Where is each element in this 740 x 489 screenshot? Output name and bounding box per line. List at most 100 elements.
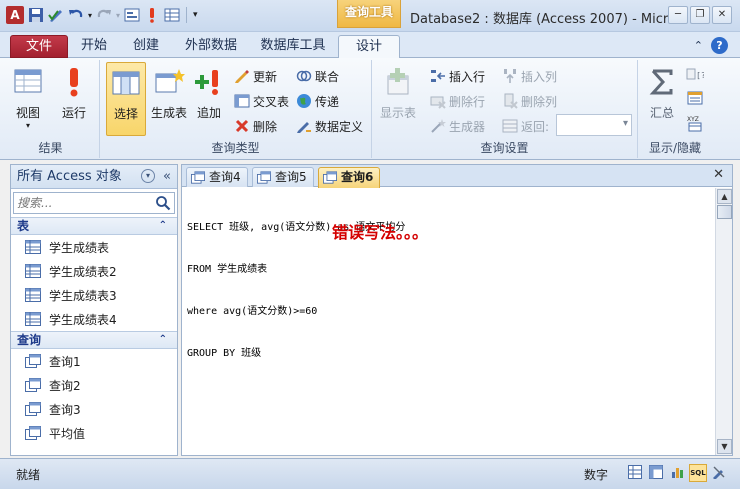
nav-item-table[interactable]: 学生成绩表4 <box>11 307 177 331</box>
make-table-icon <box>155 69 185 93</box>
nav-item-label: 学生成绩表4 <box>49 312 117 327</box>
update-button[interactable]: 更新 <box>234 66 277 86</box>
delete-columns-button[interactable]: 删除列 <box>502 91 557 111</box>
close-document-icon[interactable]: ✕ <box>713 167 724 182</box>
totals-button[interactable]: 汇总 <box>642 62 682 136</box>
delete-query-button[interactable]: 删除 <box>234 116 277 136</box>
category-queries-header[interactable]: 查询 ⌃ <box>11 331 177 349</box>
toolbar-separator <box>186 7 188 23</box>
nav-item-query[interactable]: 查询3 <box>11 397 177 421</box>
sql-editor[interactable]: SELECT 班级, avg(语文分数) as 语文平均分 FROM 学生成绩表… <box>184 190 714 454</box>
table-names-icon[interactable]: XYZ <box>686 114 704 132</box>
append-button[interactable]: 追加 <box>192 62 226 136</box>
close-button[interactable]: ✕ <box>712 6 732 24</box>
data-definition-icon <box>297 122 311 133</box>
delete-x-icon <box>235 119 249 133</box>
view-dropdown-icon: ▾ <box>25 121 30 130</box>
navigation-pane: 所有 Access 对象 ▾ « 表 ⌃ 学生成绩表 学生成绩表2 学生成绩表3… <box>10 164 178 456</box>
query-icon <box>191 171 205 184</box>
view-button[interactable]: 视图 ▾ <box>8 62 48 136</box>
nav-pane-header[interactable]: 所有 Access 对象 ▾ « <box>11 165 177 189</box>
pass-through-button[interactable]: 传递 <box>296 91 339 111</box>
minimize-button[interactable]: ─ <box>668 6 688 24</box>
category-tables-header[interactable]: 表 ⌃ <box>11 217 177 235</box>
datasheet-view-icon[interactable] <box>626 464 644 482</box>
pivot-chart-view-icon[interactable] <box>668 464 686 482</box>
crosstab-button[interactable]: 交叉表 <box>234 91 289 111</box>
nav-item-label: 平均值 <box>49 426 86 441</box>
make-table-button[interactable]: 生成表 <box>148 62 190 136</box>
builder-wand-icon <box>431 119 446 133</box>
insert-rows-button[interactable]: 插入行 <box>430 66 485 86</box>
undo-icon[interactable] <box>68 7 84 23</box>
insert-columns-button[interactable]: 插入列 <box>502 66 557 86</box>
help-icon[interactable]: ? <box>711 37 728 54</box>
scroll-up-arrow-icon[interactable]: ▲ <box>717 189 732 204</box>
nav-item-table[interactable]: 学生成绩表2 <box>11 259 177 283</box>
doc-tab-query6[interactable]: 查询6 <box>318 167 380 188</box>
select-query-button[interactable]: 选择 <box>106 62 146 136</box>
tab-file[interactable]: 文件 <box>10 35 68 58</box>
doc-tab-query5[interactable]: 查询5 <box>252 167 314 187</box>
nav-item-query[interactable]: 查询2 <box>11 373 177 397</box>
access-app-icon[interactable]: A <box>6 6 24 24</box>
redo-dropdown-icon[interactable]: ▾ <box>116 11 120 20</box>
append-icon <box>195 70 218 95</box>
select-query-icon <box>112 71 140 95</box>
nav-search-input[interactable] <box>14 193 154 213</box>
minimize-ribbon-icon[interactable]: ⌃ <box>694 39 703 52</box>
show-table-button[interactable]: 显示表 <box>376 62 420 136</box>
tab-design[interactable]: 设计 <box>338 35 400 59</box>
shutter-collapse-icon[interactable]: « <box>163 165 171 188</box>
delete-rows-button[interactable]: 删除行 <box>430 91 485 111</box>
tab-external-data[interactable]: 外部数据 <box>178 35 244 58</box>
union-label: 联合 <box>315 69 340 84</box>
query-setup-group-label: 查询设置 <box>480 141 529 155</box>
sql-view-icon[interactable]: SQL <box>689 464 707 482</box>
ribbon: 视图 ▾ 运行 结果 选择 生成表 追加 更新 交叉表 删除 联合 传递 数据定… <box>0 58 740 160</box>
doc-tab-query4[interactable]: 查询4 <box>186 167 248 187</box>
status-bar: 就绪 数字 SQL <box>0 458 740 489</box>
datasheet-icon[interactable] <box>164 7 180 23</box>
nav-item-table[interactable]: 学生成绩表 <box>11 235 177 259</box>
customize-qat-icon[interactable]: ▾ <box>193 10 198 20</box>
union-button[interactable]: 联合 <box>296 66 339 86</box>
sql-line: GROUP BY 班级 <box>187 348 262 359</box>
doc-tab-label: 查询4 <box>209 170 241 184</box>
parameters-icon[interactable]: [?] <box>686 66 704 82</box>
run-exclamation-icon[interactable] <box>144 7 160 23</box>
restore-button[interactable]: ❐ <box>690 6 710 24</box>
show-table-icon <box>387 68 409 95</box>
nav-item-query[interactable]: 查询1 <box>11 349 177 373</box>
nav-item-table[interactable]: 学生成绩表3 <box>11 283 177 307</box>
pivot-table-view-icon[interactable] <box>647 464 665 482</box>
property-sheet-icon[interactable] <box>686 90 704 106</box>
tab-database-tools[interactable]: 数据库工具 <box>254 35 332 58</box>
status-num-lock: 数字 <box>584 468 609 482</box>
nav-menu-dropdown-icon[interactable]: ▾ <box>141 169 155 183</box>
tab-home[interactable]: 开始 <box>74 35 114 58</box>
nav-item-query[interactable]: 平均值 <box>11 421 177 445</box>
nav-item-label: 学生成绩表 <box>49 240 110 255</box>
update-pencil-icon <box>235 70 249 83</box>
design-view-icon[interactable] <box>710 464 728 482</box>
save-icon[interactable] <box>28 7 44 23</box>
return-label: 返回: <box>521 119 550 134</box>
scroll-down-arrow-icon[interactable]: ▼ <box>717 439 732 454</box>
builder-button[interactable]: 生成器 <box>430 116 485 136</box>
redo-icon[interactable] <box>96 7 112 23</box>
run-button[interactable]: 运行 <box>54 62 94 136</box>
return-combo[interactable] <box>556 114 632 136</box>
union-icon <box>296 70 312 82</box>
return-label-wrap: 返回: <box>502 116 549 136</box>
title-bar: A ▾ ▾ ▾ 查询工具 Database2 : 数据库 (Access 200… <box>0 0 740 32</box>
scroll-thumb[interactable] <box>717 205 732 219</box>
search-icon[interactable] <box>155 195 171 211</box>
vertical-scrollbar[interactable]: ▲ ▼ <box>715 188 732 455</box>
data-definition-button[interactable]: 数据定义 <box>296 116 363 136</box>
form-view-icon[interactable] <box>124 7 140 23</box>
tab-create[interactable]: 创建 <box>124 35 168 58</box>
checkmark-pen-icon[interactable] <box>48 7 64 23</box>
undo-dropdown-icon[interactable]: ▾ <box>88 11 92 20</box>
select-label: 选择 <box>113 107 138 121</box>
